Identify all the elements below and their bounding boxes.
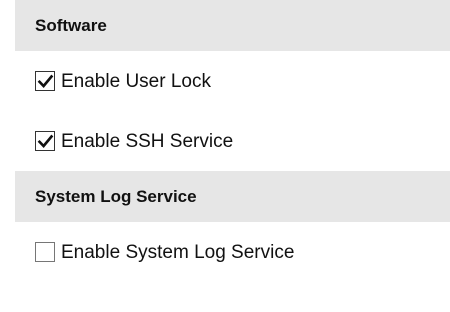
section-title: Software	[35, 15, 107, 35]
section-title: System Log Service	[35, 186, 197, 206]
option-label: Enable SSH Service	[61, 130, 234, 152]
checkmark-icon	[37, 74, 53, 88]
option-label: Enable User Lock	[61, 70, 211, 92]
section-header-system-log-service: System Log Service	[15, 171, 450, 222]
enable-system-log-service-checkbox[interactable]	[35, 242, 55, 262]
option-enable-system-log-service[interactable]: Enable System Log Service	[15, 222, 450, 282]
settings-panel: Software Enable User Lock Enable SSH Ser…	[15, 0, 450, 282]
section-header-software: Software	[15, 0, 450, 51]
enable-user-lock-checkbox[interactable]	[35, 71, 55, 91]
option-label: Enable System Log Service	[61, 241, 295, 263]
option-enable-ssh-service[interactable]: Enable SSH Service	[15, 111, 450, 171]
enable-ssh-service-checkbox[interactable]	[35, 131, 55, 151]
option-enable-user-lock[interactable]: Enable User Lock	[15, 51, 450, 111]
checkmark-icon	[37, 134, 53, 148]
